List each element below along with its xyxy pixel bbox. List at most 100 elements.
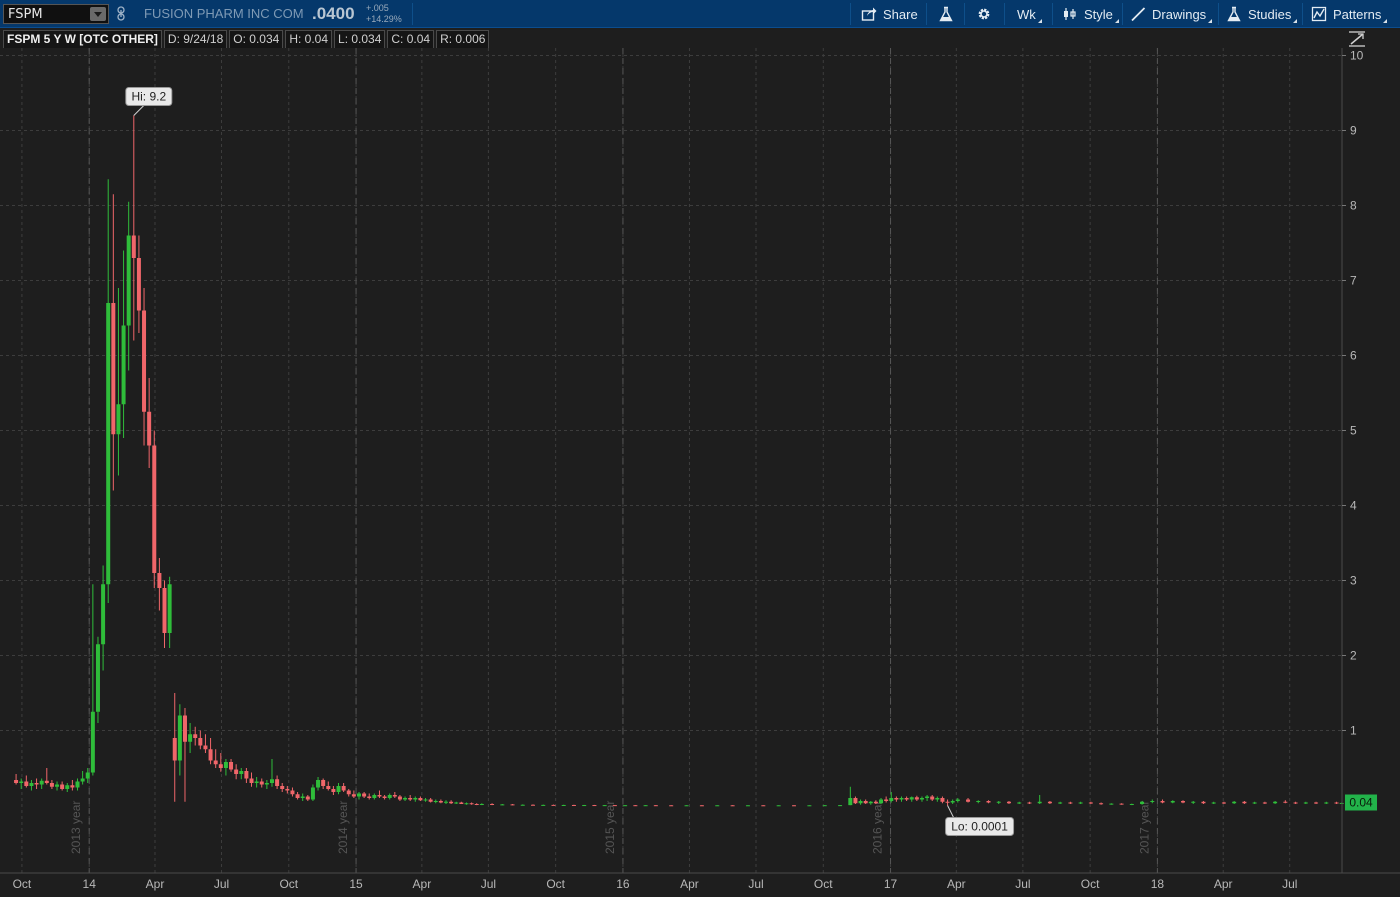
candle-body [65,785,70,789]
bar-range: R: 0.006 [436,30,490,49]
lo-label: Lo: 0.0001 [951,819,1008,833]
bar-close: C: 0.04 [387,30,435,49]
corner-arrow-icon [1037,19,1042,23]
candle-body [208,749,213,761]
price-chart[interactable]: 2013 year 2014 year 2015 year 2016 year 2017… [0,48,1400,897]
candle-body [326,786,331,789]
candle-body [438,801,443,803]
candle-body [239,771,244,774]
toolbar-separator [1302,3,1303,25]
candle-body [1017,802,1022,804]
candle-body [1160,801,1165,803]
gear-icon [976,6,992,22]
candle-body [244,771,249,779]
candle-body [1047,801,1052,804]
candle-body [428,799,433,802]
price-tick-label: 8 [1350,199,1357,213]
time-tick-label: Jul [481,877,496,891]
time-tick-label: 14 [83,877,97,891]
studies-button[interactable]: Studies [1226,0,1298,28]
candle-body [341,786,346,791]
candle-body [1232,801,1237,804]
candle-body [80,778,85,782]
auto-scale-icon[interactable] [1348,30,1366,48]
candle-body [868,801,873,804]
candle-body [310,787,315,800]
candle-body [218,764,223,768]
patterns-button[interactable]: Patterns [1311,0,1388,28]
candle-body [264,783,269,785]
candle-body [177,715,182,761]
candle-body [889,798,894,801]
candle-body [254,781,259,783]
style-button[interactable]: Style [1062,0,1119,28]
candle-body [259,781,264,785]
candle-body [950,801,955,803]
candle-body [24,781,29,786]
candle-body [367,796,372,798]
settings-button[interactable] [976,0,998,28]
candle-body [443,801,448,803]
candle-body [111,303,116,435]
symbol-input[interactable] [4,5,90,23]
candle-body [152,445,157,573]
candle-body [699,805,704,807]
symbol-dropdown-button[interactable] [90,7,106,21]
candle-body [925,796,930,798]
year-marker-label: 2013 year [69,801,83,854]
share-button[interactable]: Share [861,0,918,28]
company-name: FUSION PHARM INC COM [144,6,304,21]
pattern-icon [1311,6,1327,22]
time-tick-label: 18 [1151,877,1165,891]
link-icon[interactable] [116,6,126,22]
candle-body [188,734,193,742]
candle-body [643,805,648,807]
time-tick-label: Jul [1015,877,1030,891]
candle-body [531,804,536,806]
flask-icon [1226,6,1242,22]
candle-body [362,793,367,797]
symbol-selector[interactable] [3,4,109,24]
candle-body [136,258,141,311]
aggregation-button[interactable]: Wk [1017,0,1042,28]
flask-button[interactable] [938,0,960,28]
candle-body [653,805,658,807]
time-tick-label: Apr [1214,877,1233,891]
corner-arrow-icon [1293,19,1298,23]
candle-body [397,796,402,800]
time-tick-label: Jul [214,877,229,891]
candle-body [1314,802,1319,804]
year-marker-label: 2014 year [336,801,350,854]
candle-body [490,804,495,805]
candle-body [433,801,438,802]
candle-body [418,798,423,801]
candle-body [1242,801,1247,804]
corner-arrow-icon [1208,19,1213,23]
candle-body [602,805,607,807]
toolbar-separator [850,3,851,25]
candle-body [684,805,689,807]
candle-body [372,795,377,798]
candle-body [269,779,274,783]
candle-body [142,310,147,412]
candle-body [454,802,459,804]
year-marker-label: 2017 year [1137,801,1151,854]
candle-body [469,803,474,805]
time-tick-label: Oct [1081,877,1100,891]
candle-body [75,781,80,788]
candle-body [792,805,797,807]
top-toolbar: FUSION PHARM INC COM .0400 +.005 +14.29%… [0,0,1400,28]
year-marker-label: 2016 year [871,801,885,854]
candle-body [423,799,428,801]
price-tick-label: 1 [1350,724,1357,738]
candle-body [1262,802,1267,804]
price-tick-label: 10 [1350,49,1364,63]
candle-body [1221,802,1226,804]
drawings-button[interactable]: Drawings [1130,0,1213,28]
chart-title[interactable]: FSPM 5 Y W [OTC OTHER] [3,30,162,49]
time-tick-label: Apr [947,877,966,891]
corner-arrow-icon [1383,19,1388,23]
candle-body [976,801,981,802]
candle-body [582,805,587,807]
price-tick-label: 3 [1350,574,1357,588]
